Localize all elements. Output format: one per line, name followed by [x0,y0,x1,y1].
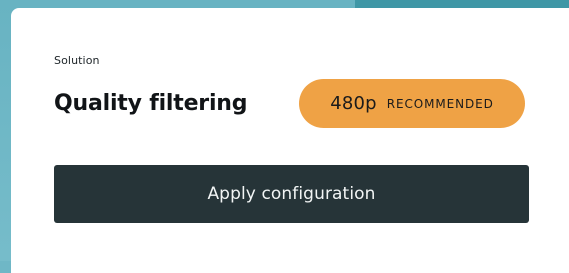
solution-card [11,8,569,273]
resolution-value: 480p [330,93,377,114]
recommended-tag: RECOMMENDED [386,96,494,111]
recommended-badge: 480p RECOMMENDED [299,79,525,128]
apply-configuration-button[interactable]: Apply configuration [54,165,529,223]
section-title: Quality filtering [54,91,248,116]
section-eyebrow: Solution [54,54,100,67]
